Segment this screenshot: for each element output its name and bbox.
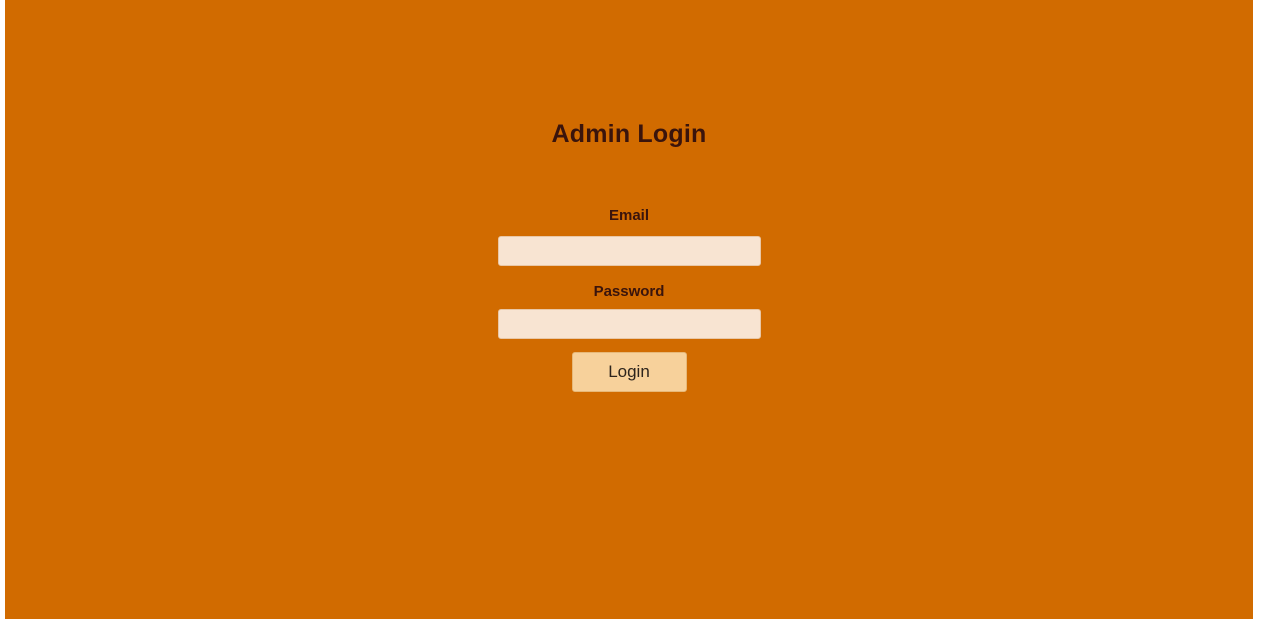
password-label: Password xyxy=(593,283,665,300)
email-field[interactable] xyxy=(497,236,761,266)
login-form: Email Password Login xyxy=(5,207,1253,392)
email-label: Email xyxy=(608,207,650,224)
page-title: Admin Login xyxy=(551,120,707,148)
login-page: Admin Login Email Password Login xyxy=(5,0,1253,619)
login-button[interactable]: Login xyxy=(571,352,687,392)
password-field[interactable] xyxy=(497,309,761,339)
